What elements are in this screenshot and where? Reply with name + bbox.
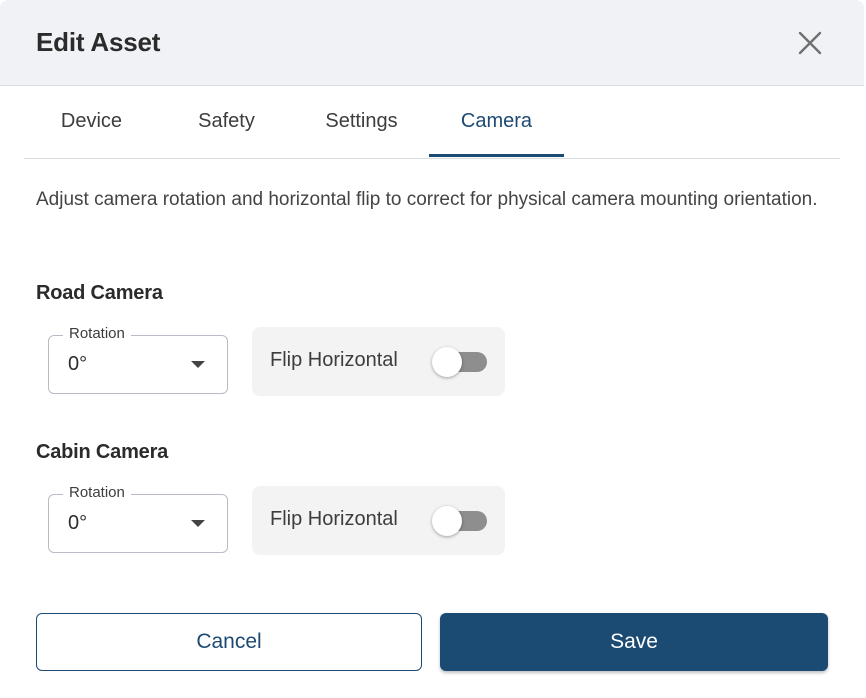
save-button[interactable]: Save xyxy=(440,613,828,671)
road-camera-flip-toggle[interactable] xyxy=(432,347,488,377)
cabin-camera-title: Cabin Camera xyxy=(36,441,169,463)
cabin-camera-rotation-label: Rotation xyxy=(63,484,131,501)
tab-bar: Device Safety Settings Camera xyxy=(24,86,840,159)
road-camera-rotation-select[interactable]: Rotation 0° xyxy=(48,325,228,394)
cabin-camera-rotation-select[interactable]: Rotation 0° xyxy=(48,484,228,553)
road-camera-rotation-value: 0° xyxy=(68,353,88,375)
dialog-title: Edit Asset xyxy=(36,27,161,57)
cabin-camera-flip-toggle[interactable] xyxy=(432,506,488,536)
active-tab-indicator xyxy=(429,154,564,157)
tab-device[interactable]: Device xyxy=(24,86,159,157)
caret-down-icon xyxy=(191,520,205,527)
caret-down-icon xyxy=(191,361,205,368)
cabin-camera-flip-label: Flip Horizontal xyxy=(270,508,398,530)
road-camera-title: Road Camera xyxy=(36,282,163,304)
toggle-thumb xyxy=(432,506,462,536)
toggle-thumb xyxy=(432,347,462,377)
tab-safety[interactable]: Safety xyxy=(159,86,294,157)
close-icon xyxy=(798,31,822,55)
close-button[interactable] xyxy=(792,25,828,61)
tab-settings[interactable]: Settings xyxy=(294,86,429,157)
cabin-camera-rotation-value: 0° xyxy=(68,512,88,534)
edit-asset-dialog: Edit Asset Device Safety Settings Camera… xyxy=(0,0,866,698)
road-camera-flip-panel: Flip Horizontal xyxy=(252,327,505,396)
dialog-header: Edit Asset xyxy=(0,0,864,86)
cabin-camera-flip-panel: Flip Horizontal xyxy=(252,486,505,555)
camera-description: Adjust camera rotation and horizontal fl… xyxy=(36,189,818,210)
road-camera-flip-label: Flip Horizontal xyxy=(270,349,398,371)
cancel-button[interactable]: Cancel xyxy=(36,613,422,671)
tab-camera[interactable]: Camera xyxy=(429,86,564,157)
road-camera-rotation-label: Rotation xyxy=(63,325,131,342)
